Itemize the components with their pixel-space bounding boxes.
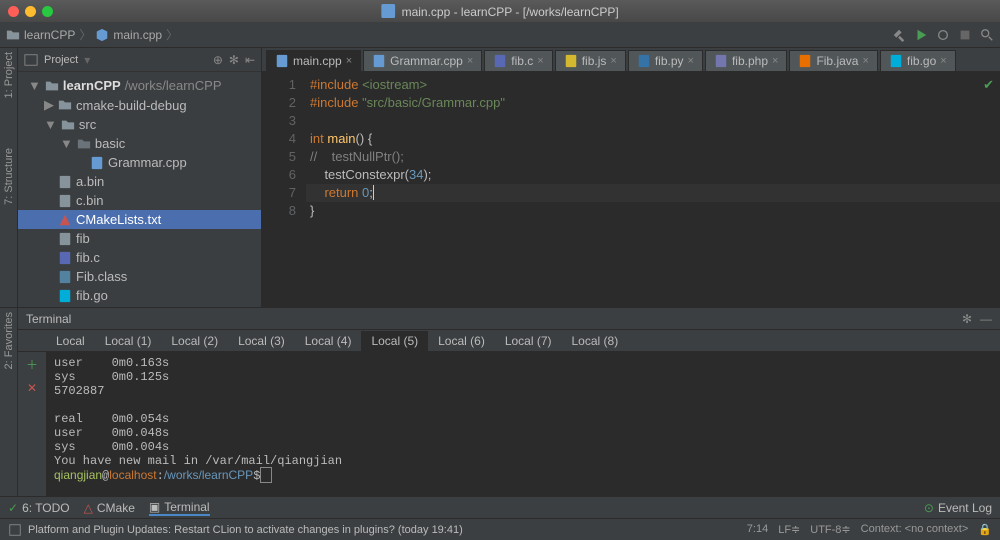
close-window[interactable] [8,6,19,17]
code-line[interactable]: return 0; [306,184,1000,202]
cpp-icon [95,28,109,42]
sidebar-tab[interactable]: 2: Favorites [3,312,15,369]
hammer-icon[interactable] [892,28,906,42]
tree-item[interactable]: fib [18,229,261,248]
breadcrumb-folder[interactable]: learnCPP [24,28,75,42]
folder-icon [6,28,20,42]
terminal-tab[interactable]: Local (4) [295,331,362,351]
terminal-tab[interactable]: Local (2) [161,331,228,351]
search-icon[interactable] [980,28,994,42]
line-ending[interactable]: LF≑ [778,523,800,536]
file-tab[interactable]: fib.c× [484,50,552,71]
debug-icon[interactable] [936,28,950,42]
terminal-tab[interactable]: Local (8) [562,331,629,351]
tree-item[interactable]: Grammar.cpp [18,153,261,172]
close-tab-icon[interactable]: × [688,55,694,67]
code-line[interactable]: } [306,202,1000,220]
file-tab[interactable]: fib.py× [628,50,703,71]
collapse-icon[interactable]: ⊕ [213,53,223,67]
close-terminal-icon[interactable]: ✕ [27,381,37,395]
context[interactable]: Context: <no context> [861,523,969,536]
tree-item[interactable]: a.bin [18,172,261,191]
hide-icon[interactable]: — [980,312,992,326]
code-line[interactable]: int main() { [306,130,1000,148]
chevron-right-icon: 〉 [79,26,91,43]
play-icon[interactable] [914,28,928,42]
tree-item[interactable]: fib.c [18,248,261,267]
code-line[interactable] [306,112,1000,130]
gear-icon[interactable]: ✻ [962,312,972,326]
encoding[interactable]: UTF-8≑ [810,523,850,536]
breadcrumb-file[interactable]: main.cpp [113,28,162,42]
terminal-tab[interactable]: Local (6) [428,331,495,351]
file-tab[interactable]: Grammar.cpp× [363,50,482,71]
status-message[interactable]: Platform and Plugin Updates: Restart CLi… [28,524,463,536]
close-tab-icon[interactable]: × [610,55,616,67]
close-tab-icon[interactable]: × [346,55,352,67]
terminal-tab[interactable]: Local (5) [361,331,428,351]
tree-item[interactable]: c.bin [18,191,261,210]
add-terminal-icon[interactable]: ＋ [26,356,38,373]
toolwindow-tab[interactable]: ▣Terminal [149,500,210,516]
file-tab[interactable]: Fib.java× [789,50,877,71]
close-tab-icon[interactable]: × [467,55,473,67]
terminal-tab[interactable]: Local (3) [228,331,295,351]
lock-icon[interactable]: 🔒 [978,523,992,536]
project-panel-title: Project [44,54,78,66]
terminal-tab[interactable]: Local (7) [495,331,562,351]
close-tab-icon[interactable]: × [940,55,946,67]
hide-icon[interactable]: ⇤ [245,53,255,67]
check-icon: ✔ [983,76,994,94]
code-line[interactable]: #include <iostream> [306,76,1000,94]
event-log[interactable]: ⊙Event Log [924,501,992,515]
toolwindow-tab[interactable]: ✓6: TODO [8,501,70,515]
tree-item[interactable]: fib.go [18,286,261,305]
code-line[interactable]: // testNullPtr(); [306,148,1000,166]
sidebar-tab[interactable]: 7: Structure [3,148,15,205]
window-title: main.cpp - learnCPP - [/works/learnCPP] [381,4,619,19]
tree-item[interactable]: CMakeLists.txt [18,210,261,229]
close-tab-icon[interactable]: × [772,55,778,67]
minimize-window[interactable] [25,6,36,17]
code-line[interactable]: #include "src/basic/Grammar.cpp" [306,94,1000,112]
project-icon [24,53,38,67]
toolwindow-tab[interactable]: △CMake [84,501,135,515]
terminal-tab[interactable]: Local (1) [95,331,162,351]
code-line[interactable]: testConstexpr(34); [306,166,1000,184]
chevron-right-icon: 〉 [166,26,178,43]
tree-item[interactable]: Fib.class [18,267,261,286]
terminal-output[interactable]: user 0m0.163s sys 0m0.125s 5702887 real … [46,352,1000,496]
maximize-window[interactable] [42,6,53,17]
file-tab[interactable]: fib.js× [555,50,626,71]
info-icon [8,523,22,537]
terminal-title: Terminal [26,312,71,326]
file-tab[interactable]: fib.go× [880,50,956,71]
cursor-position[interactable]: 7:14 [747,523,768,536]
terminal-tab[interactable]: Local [46,331,95,351]
tree-item[interactable]: ▶cmake-build-debug [18,95,261,115]
sidebar-tab[interactable]: 1: Project [3,52,15,98]
file-tab[interactable]: fib.php× [705,50,787,71]
stop-icon[interactable] [958,28,972,42]
close-tab-icon[interactable]: × [862,55,868,67]
tree-item[interactable]: ▼src [18,115,261,134]
tree-root[interactable]: ▼ learnCPP /works/learnCPP [18,76,261,95]
close-tab-icon[interactable]: × [537,55,543,67]
file-tab[interactable]: main.cpp× [266,50,361,71]
gear-icon[interactable]: ✻ [229,53,239,67]
tree-item[interactable]: ▼basic [18,134,261,153]
